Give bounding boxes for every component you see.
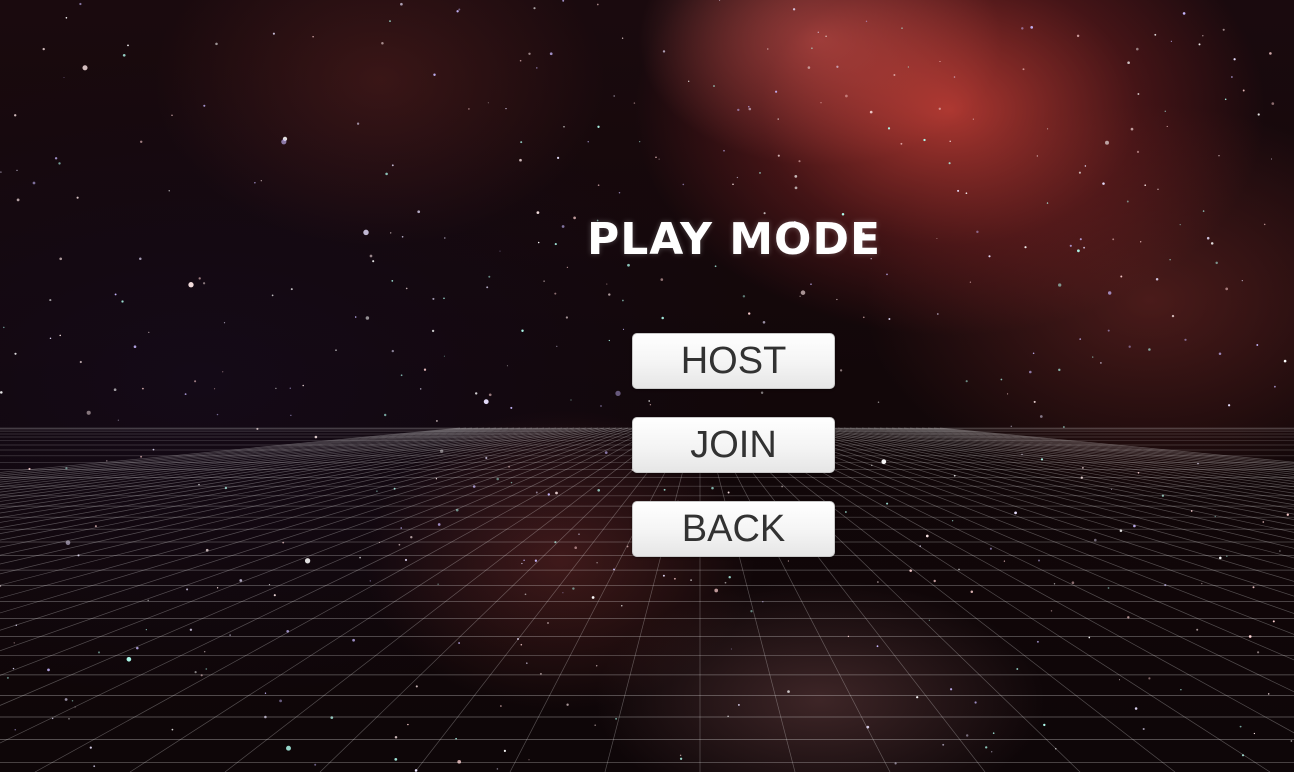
game-scene: PLAY MODE HOST JOIN BACK [0,0,1294,772]
back-button[interactable]: BACK [632,501,835,557]
host-button[interactable]: HOST [632,333,835,389]
menu-title: PLAY MODE [586,214,882,265]
join-button[interactable]: JOIN [632,417,835,473]
play-mode-menu: PLAY MODE HOST JOIN BACK [0,0,1294,772]
